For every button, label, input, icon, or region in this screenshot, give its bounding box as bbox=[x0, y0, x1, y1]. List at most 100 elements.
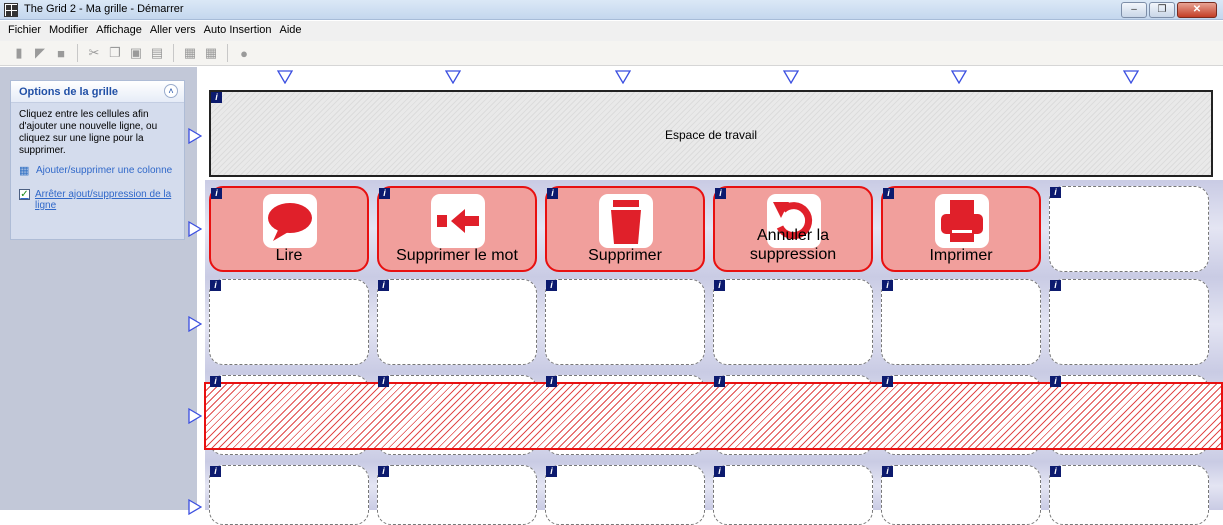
info-icon[interactable]: i bbox=[210, 466, 221, 477]
stop-add-row-link[interactable]: ✓ Arrêter ajout/suppression de la ligne bbox=[19, 189, 184, 211]
row-arrow-icon[interactable] bbox=[188, 316, 202, 332]
columns-icon: ▦ bbox=[19, 165, 30, 177]
grid-cell[interactable]: i bbox=[209, 465, 369, 525]
row-arrow-icon[interactable] bbox=[188, 128, 202, 144]
copy-icon[interactable]: ❐ bbox=[106, 44, 124, 62]
info-icon[interactable]: i bbox=[882, 376, 893, 387]
cell-label: Supprimer bbox=[588, 247, 662, 264]
panel-description: Cliquez entre les cellules afin d'ajoute… bbox=[19, 109, 158, 156]
cell-supprimer[interactable]: i Supprimer bbox=[545, 186, 705, 272]
restore-button[interactable]: ❐ bbox=[1149, 2, 1175, 18]
paste-icon[interactable]: ▣ bbox=[127, 44, 145, 62]
info-icon[interactable]: i bbox=[714, 466, 725, 477]
column-arrow-icon[interactable] bbox=[951, 70, 967, 84]
cell-annuler-la-suppression[interactable]: i Annuler la suppression bbox=[713, 186, 873, 272]
window-title: The Grid 2 - Ma grille - Démarrer bbox=[24, 3, 184, 15]
paste-special-icon[interactable]: ▤ bbox=[148, 44, 166, 62]
sidebar: Options de la grille ˄ Cliquez entre les… bbox=[0, 67, 197, 510]
panel-header[interactable]: Options de la grille ˄ bbox=[11, 81, 184, 103]
delete-word-arrow-icon bbox=[431, 194, 485, 248]
grid-editor: i Espace de travail i Lire i Supprimer l… bbox=[188, 67, 1223, 525]
app-icon bbox=[4, 3, 18, 17]
collapse-icon[interactable]: ˄ bbox=[164, 84, 178, 98]
grid-cell[interactable]: i bbox=[545, 465, 705, 525]
column-arrow-icon[interactable] bbox=[615, 70, 631, 84]
new-file-icon[interactable]: ▮ bbox=[10, 44, 28, 62]
info-icon[interactable]: i bbox=[210, 280, 221, 291]
column-arrow-icon[interactable] bbox=[1123, 70, 1139, 84]
info-icon[interactable]: i bbox=[547, 188, 558, 199]
toolbar: ▮ ◤ ■ ✂ ❐ ▣ ▤ ▦ ▦ ● bbox=[0, 41, 1223, 66]
info-icon[interactable]: i bbox=[882, 280, 893, 291]
info-icon[interactable]: i bbox=[211, 188, 222, 199]
info-icon[interactable]: i bbox=[1050, 376, 1061, 387]
panel-title: Options de la grille bbox=[19, 86, 119, 98]
info-icon[interactable]: i bbox=[1050, 466, 1061, 477]
info-icon[interactable]: i bbox=[883, 188, 894, 199]
row-arrow-icon[interactable] bbox=[188, 499, 202, 515]
cell-imprimer[interactable]: i Imprimer bbox=[881, 186, 1041, 272]
info-icon[interactable]: i bbox=[378, 280, 389, 291]
workspace-label: Espace de travail bbox=[664, 128, 758, 142]
info-icon[interactable]: i bbox=[1050, 280, 1061, 291]
column-arrow-icon[interactable] bbox=[783, 70, 799, 84]
menu-fichier[interactable]: Fichier bbox=[4, 21, 45, 41]
grid-cell[interactable]: i bbox=[713, 465, 873, 525]
grid-cell[interactable]: i bbox=[209, 279, 369, 365]
grid-cell[interactable]: i bbox=[1049, 465, 1209, 525]
column-arrow-icon[interactable] bbox=[445, 70, 461, 84]
cut-icon[interactable]: ✂ bbox=[85, 44, 103, 62]
cell-supprimer-le-mot[interactable]: i Supprimer le mot bbox=[377, 186, 537, 272]
checkbox-icon: ✓ bbox=[19, 189, 30, 200]
row-delete-selection[interactable] bbox=[204, 382, 1223, 450]
info-icon[interactable]: i bbox=[378, 376, 389, 387]
grid-icon[interactable]: ▦ bbox=[181, 44, 199, 62]
info-icon[interactable]: i bbox=[714, 376, 725, 387]
cell-label: Lire bbox=[275, 247, 303, 264]
menu-bar: Fichier Modifier Affichage Aller vers Au… bbox=[0, 21, 1223, 41]
title-bar: The Grid 2 - Ma grille - Démarrer – ❐ ✕ bbox=[0, 0, 1223, 20]
grid-cell[interactable]: i bbox=[881, 279, 1041, 365]
info-icon[interactable]: i bbox=[379, 188, 390, 199]
add-remove-column-label: Ajouter/supprimer une colonne bbox=[36, 165, 173, 176]
minimize-button[interactable]: – bbox=[1121, 2, 1147, 18]
row-arrow-icon[interactable] bbox=[188, 221, 202, 237]
workspace-cell[interactable]: i Espace de travail bbox=[209, 90, 1213, 177]
info-icon[interactable]: i bbox=[1050, 187, 1061, 198]
stop-add-row-label: Arrêter ajout/suppression de la ligne bbox=[35, 189, 172, 211]
grid-cell[interactable]: i bbox=[1049, 279, 1209, 365]
grid-cell[interactable]: i bbox=[545, 279, 705, 365]
menu-aller-vers[interactable]: Aller vers bbox=[146, 21, 200, 41]
menu-affichage[interactable]: Affichage bbox=[92, 21, 146, 41]
grid-cell[interactable]: i bbox=[881, 465, 1041, 525]
info-icon[interactable]: i bbox=[210, 376, 221, 387]
info-icon[interactable]: i bbox=[546, 376, 557, 387]
cell-label: Imprimer bbox=[929, 247, 993, 264]
grid-cell[interactable]: i bbox=[713, 279, 873, 365]
info-icon[interactable]: i bbox=[546, 466, 557, 477]
info-icon[interactable]: i bbox=[378, 466, 389, 477]
info-icon[interactable]: i bbox=[714, 280, 725, 291]
grid-cell[interactable]: i bbox=[377, 465, 537, 525]
info-icon[interactable]: i bbox=[715, 188, 726, 199]
grid-cell[interactable]: i bbox=[377, 279, 537, 365]
cell-label: Annuler la suppression bbox=[749, 227, 837, 263]
info-icon[interactable]: i bbox=[211, 92, 222, 103]
column-arrow-icon[interactable] bbox=[277, 70, 293, 84]
speech-bubble-icon bbox=[263, 194, 317, 248]
close-button[interactable]: ✕ bbox=[1177, 2, 1217, 18]
grid-small-icon[interactable]: ▦ bbox=[202, 44, 220, 62]
menu-modifier[interactable]: Modifier bbox=[45, 21, 92, 41]
info-icon[interactable]: i bbox=[882, 466, 893, 477]
record-icon[interactable]: ● bbox=[235, 44, 253, 62]
grid-options-panel: Options de la grille ˄ Cliquez entre les… bbox=[10, 80, 185, 240]
info-icon[interactable]: i bbox=[546, 280, 557, 291]
save-icon[interactable]: ■ bbox=[52, 44, 70, 62]
grid-cell[interactable]: i bbox=[1049, 186, 1209, 272]
add-remove-column-link[interactable]: ▦ Ajouter/supprimer une colonne bbox=[19, 165, 172, 177]
menu-aide[interactable]: Aide bbox=[276, 21, 306, 41]
menu-auto-insertion[interactable]: Auto Insertion bbox=[200, 21, 276, 41]
open-file-icon[interactable]: ◤ bbox=[31, 44, 49, 62]
cell-lire[interactable]: i Lire bbox=[209, 186, 369, 272]
row-arrow-icon[interactable] bbox=[188, 408, 202, 424]
